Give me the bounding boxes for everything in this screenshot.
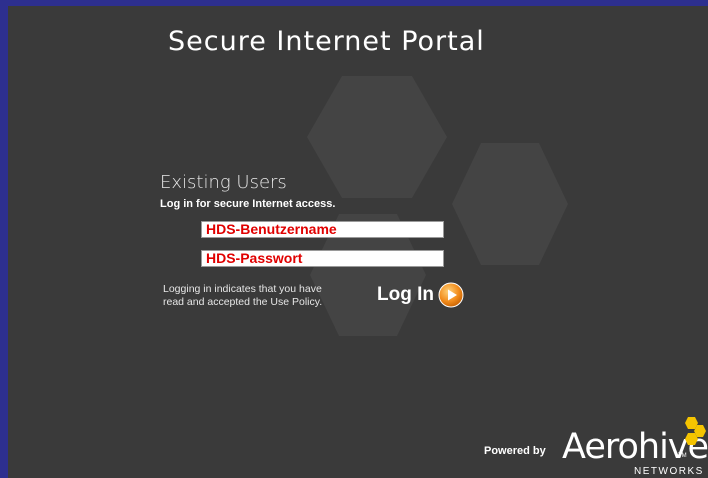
- use-policy-notice: Logging in indicates that you have read …: [163, 283, 322, 309]
- hexagon-cluster-icon: [685, 417, 706, 445]
- policy-line-2: read and accepted the Use Policy.: [163, 296, 323, 308]
- page-title: Secure Internet Portal: [168, 26, 485, 57]
- powered-by-label: Powered by: [484, 445, 546, 457]
- password-field[interactable]: HDS-Passwort: [201, 250, 444, 267]
- brand-subtitle: NETWORKS: [634, 466, 704, 477]
- play-circle-icon[interactable]: [438, 282, 464, 308]
- login-button[interactable]: Log In: [377, 282, 464, 308]
- policy-line-1: Logging in indicates that you have: [163, 283, 322, 295]
- login-instructions: Log in for secure Internet access.: [160, 198, 336, 210]
- aerohive-branding: Powered by Aerohive TM NETWORKS: [482, 414, 708, 478]
- hexagon-background: [307, 76, 568, 336]
- existing-users-heading: Existing Users: [160, 172, 287, 193]
- hexagon-right: [452, 143, 568, 265]
- hexagon-top: [307, 76, 447, 198]
- portal-frame: Secure Internet Portal Existing Users Lo…: [8, 6, 708, 478]
- login-button-label[interactable]: Log In: [377, 284, 434, 306]
- username-field[interactable]: HDS-Benutzername: [201, 221, 444, 238]
